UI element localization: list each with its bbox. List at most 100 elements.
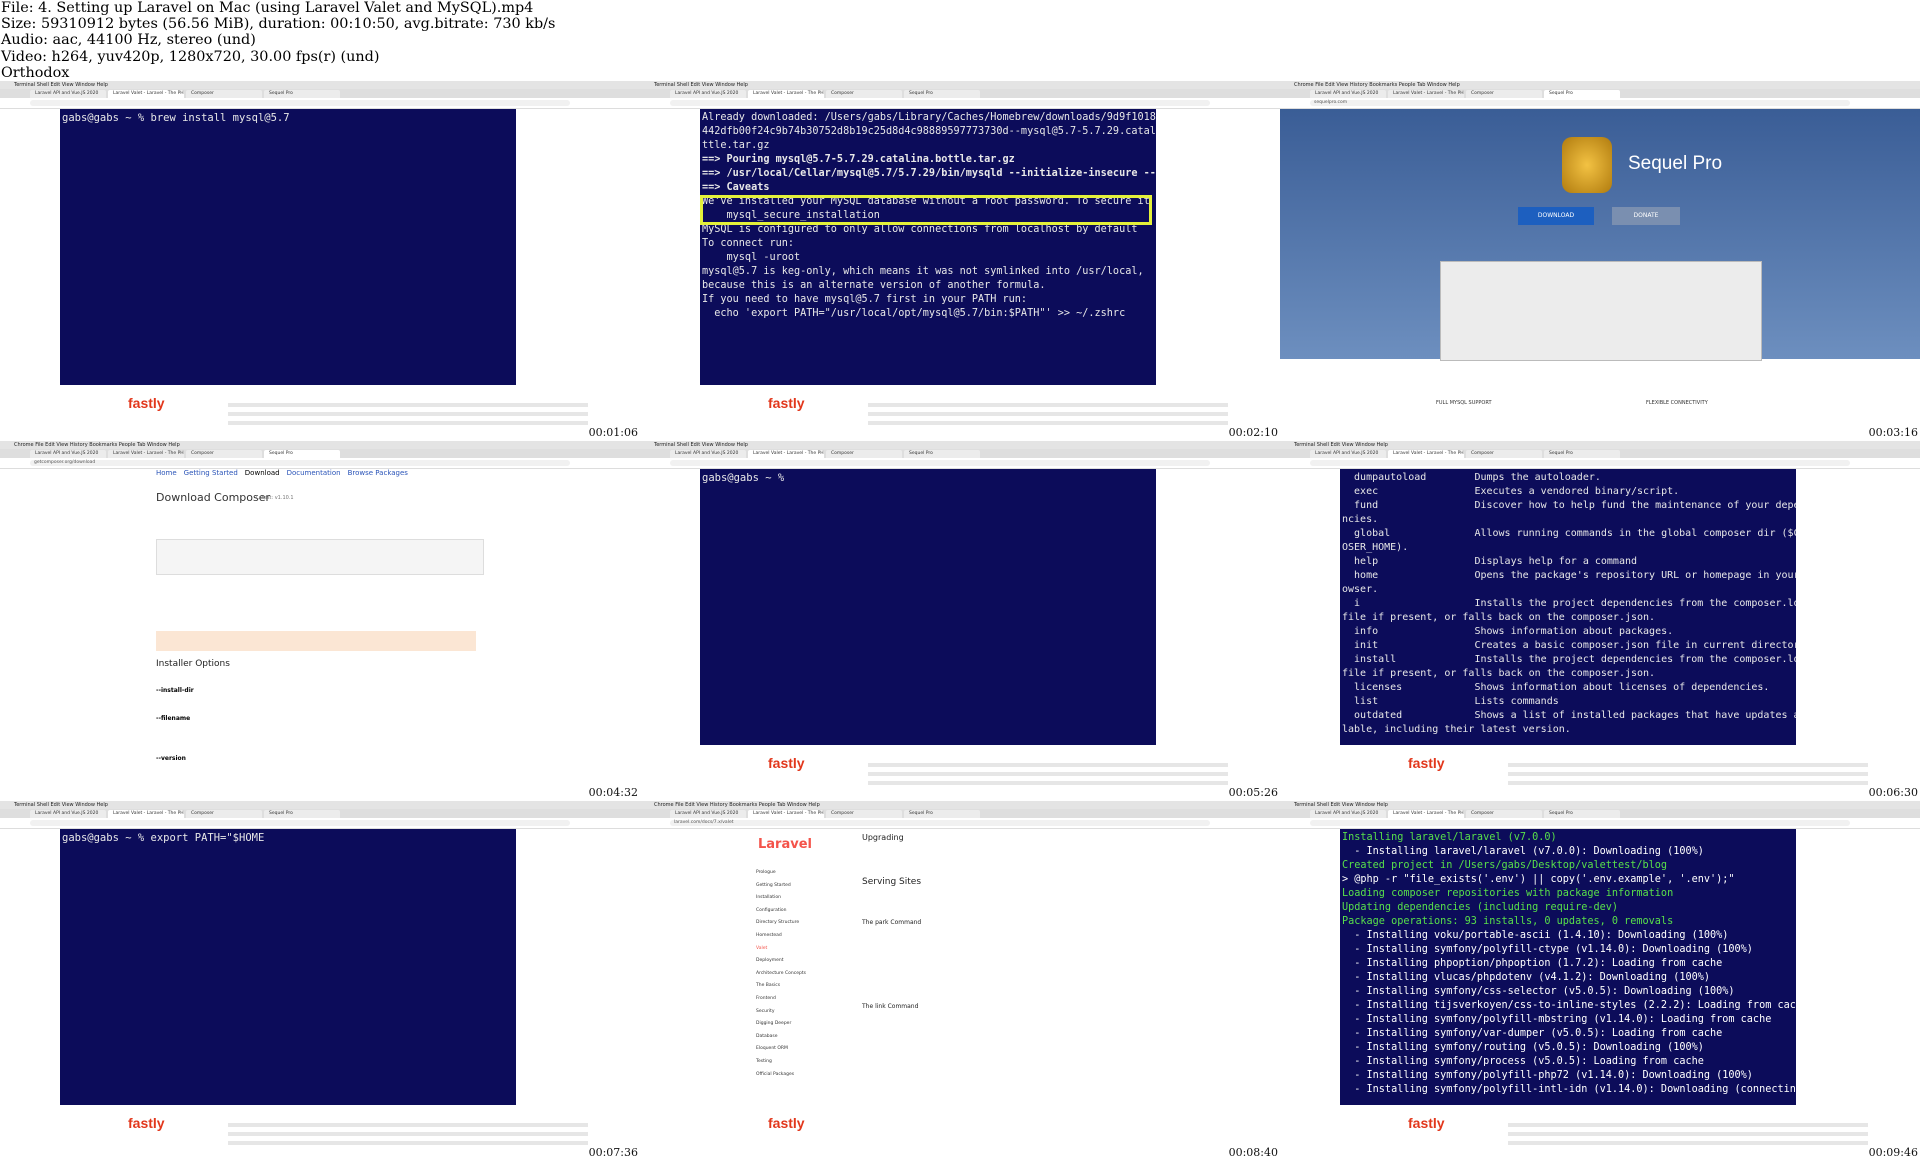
address-bar xyxy=(0,818,640,829)
browser-tab[interactable]: Laravel Valet - Laravel - The PHP xyxy=(1388,450,1464,458)
terminal-line: > @php -r "file_exists('.env') || copy('… xyxy=(1342,874,1735,885)
browser-tab[interactable]: Sequel Pro xyxy=(1544,90,1620,98)
docs-heading: Serving Sites xyxy=(862,877,922,887)
address-bar xyxy=(1280,818,1920,829)
sidebar-link[interactable]: Configuration xyxy=(756,905,806,918)
nav-link[interactable]: Home xyxy=(156,469,177,477)
browser-tab[interactable]: Sequel Pro xyxy=(264,810,340,818)
terminal-window[interactable]: gabs@gabs ~ % xyxy=(700,469,1156,745)
browser-tab[interactable]: Laravel API and Vue.JS 2020 xyxy=(30,810,106,818)
sequelpro-hero: Sequel Pro DOWNLOAD DONATE xyxy=(1280,109,1920,361)
address-bar xyxy=(0,98,640,109)
url-field[interactable] xyxy=(30,820,570,826)
terminal-line: - Installing voku/portable-ascii (1.4.10… xyxy=(1342,930,1729,941)
mac-menu-bar: Terminal Shell Edit View Window Help xyxy=(0,81,640,89)
browser-tab[interactable]: Sequel Pro xyxy=(904,450,980,458)
doc-text-line xyxy=(228,1141,588,1145)
browser-tab[interactable]: Composer xyxy=(186,810,262,818)
browser-tab[interactable]: Laravel Valet - Laravel - The PHP xyxy=(748,450,824,458)
page-content: fastly Installing laravel/laravel (v7.0.0… xyxy=(1280,829,1920,1161)
sidebar-link[interactable]: Architecture Concepts xyxy=(756,968,806,981)
browser-tab[interactable]: Sequel Pro xyxy=(1544,810,1620,818)
browser-tab[interactable]: Laravel Valet - Laravel - The PHP xyxy=(748,810,824,818)
sidebar-link[interactable]: Installation xyxy=(756,892,806,905)
browser-tab[interactable]: Composer xyxy=(1466,450,1542,458)
sidebar-link[interactable]: Deployment xyxy=(756,955,806,968)
browser-tab[interactable]: Laravel API and Vue.JS 2020 xyxy=(1310,450,1386,458)
sidebar-link[interactable]: Getting Started xyxy=(756,880,806,893)
video-thumbnail: Terminal Shell Edit View Window Help Lara… xyxy=(1280,441,1920,801)
browser-tab[interactable]: Composer xyxy=(186,90,262,98)
donate-button[interactable]: DONATE xyxy=(1612,207,1680,225)
url-field[interactable] xyxy=(30,100,570,106)
sidebar-link[interactable]: The Basics xyxy=(756,980,806,993)
browser-tab[interactable]: Sequel Pro xyxy=(904,810,980,818)
sidebar-link[interactable]: Database xyxy=(756,1031,806,1044)
url-field[interactable] xyxy=(670,460,1210,466)
url-field[interactable] xyxy=(1310,460,1850,466)
browser-tab[interactable]: Composer xyxy=(826,450,902,458)
browser-tab-bar: Laravel API and Vue.JS 2020 Laravel Valet… xyxy=(0,449,640,458)
url-field[interactable]: sequelpro.com xyxy=(1310,100,1850,106)
page-content: Sequel Pro DOWNLOAD DONATE FULL MYSQL SUPPO… xyxy=(1280,109,1920,441)
browser-tab[interactable]: Laravel API and Vue.JS 2020 xyxy=(670,90,746,98)
nav-link[interactable]: Download xyxy=(245,469,280,477)
terminal-window[interactable]: gabs@gabs ~ % brew install mysql@5.7 xyxy=(60,109,516,385)
browser-tab[interactable]: Composer xyxy=(826,810,902,818)
sidebar-link[interactable]: Security xyxy=(756,1006,806,1019)
page-content: fastly gabs@gabs ~ % export PATH="$HOME xyxy=(0,829,640,1161)
url-field[interactable]: getcomposer.org/download xyxy=(30,460,570,466)
browser-tab[interactable]: Laravel API and Vue.JS 2020 xyxy=(670,810,746,818)
nav-link[interactable]: Browse Packages xyxy=(348,469,408,477)
nav-link[interactable]: Getting Started xyxy=(184,469,238,477)
browser-tab[interactable]: Laravel Valet - Laravel - The PHP xyxy=(1388,810,1464,818)
sidebar-link[interactable]: Frontend xyxy=(756,993,806,1006)
browser-tab[interactable]: Laravel Valet - Laravel - The PHP xyxy=(108,450,184,458)
sidebar-link[interactable]: Official Packages xyxy=(756,1069,806,1082)
browser-tab[interactable]: Laravel Valet - Laravel - The PHP xyxy=(748,90,824,98)
video-thumbnail: Terminal Shell Edit View Window Help Lara… xyxy=(1280,801,1920,1161)
browser-tab[interactable]: Composer xyxy=(1466,90,1542,98)
browser-tab[interactable]: Sequel Pro xyxy=(904,90,980,98)
option-heading: --install-dir xyxy=(156,687,194,694)
browser-tab[interactable]: Laravel API and Vue.JS 2020 xyxy=(30,450,106,458)
browser-tab[interactable]: Laravel Valet - Laravel - The PHP xyxy=(1388,90,1464,98)
browser-tab[interactable]: Laravel API and Vue.JS 2020 xyxy=(30,90,106,98)
terminal-window[interactable]: Installing laravel/laravel (v7.0.0) - In… xyxy=(1340,829,1796,1105)
sidebar-link[interactable]: Eloquent ORM xyxy=(756,1043,806,1056)
nav-link[interactable]: Documentation xyxy=(287,469,341,477)
sidebar-link[interactable]: Digging Deeper xyxy=(756,1018,806,1031)
sidebar-link[interactable]: Homestead xyxy=(756,930,806,943)
browser-tab[interactable]: Sequel Pro xyxy=(264,450,340,458)
terminal-line: global Allows running commands in the gl… xyxy=(1342,528,1796,539)
browser-tab[interactable]: Laravel API and Vue.JS 2020 xyxy=(1310,810,1386,818)
url-field[interactable] xyxy=(670,100,1210,106)
download-button[interactable]: DOWNLOAD xyxy=(1518,207,1594,225)
sidebar-link[interactable]: Testing xyxy=(756,1056,806,1069)
terminal-window[interactable]: Already downloaded: /Users/gabs/Library/… xyxy=(700,109,1156,385)
page-content: fastly dumpautoload Dumps the autoloader… xyxy=(1280,469,1920,801)
sidebar-link[interactable]: Prologue xyxy=(756,867,806,880)
terminal-line: OSER_HOME). xyxy=(1342,542,1409,553)
url-field[interactable]: laravel.com/docs/7.x/valet xyxy=(670,820,1210,826)
terminal-line: because this is an alternate version of … xyxy=(702,280,1046,291)
browser-tab[interactable]: Composer xyxy=(1466,810,1542,818)
url-field[interactable] xyxy=(1310,820,1850,826)
browser-tab[interactable]: Composer xyxy=(186,450,262,458)
browser-tab[interactable]: Laravel Valet - Laravel - The PHP xyxy=(108,810,184,818)
terminal-line: - Installing symfony/process (v5.0.5): L… xyxy=(1342,1056,1704,1067)
sidebar-link[interactable]: Directory Structure xyxy=(756,917,806,930)
terminal-line: install Installs the project dependencie… xyxy=(1342,654,1796,665)
address-bar xyxy=(640,98,1280,109)
browser-tab[interactable]: Sequel Pro xyxy=(264,90,340,98)
latest-version: Latest: v1.10.1 xyxy=(256,495,294,501)
terminal-window[interactable]: gabs@gabs ~ % export PATH="$HOME xyxy=(60,829,516,1105)
terminal-window[interactable]: dumpautoload Dumps the autoloader. exec … xyxy=(1340,469,1796,745)
browser-tab[interactable]: Composer xyxy=(826,90,902,98)
browser-tab[interactable]: Laravel API and Vue.JS 2020 xyxy=(670,450,746,458)
browser-tab[interactable]: Laravel API and Vue.JS 2020 xyxy=(1310,90,1386,98)
browser-tab[interactable]: Sequel Pro xyxy=(1544,450,1620,458)
sidebar-link[interactable]: Valet xyxy=(756,943,806,956)
browser-tab[interactable]: Laravel Valet - Laravel - The PHP xyxy=(108,90,184,98)
timestamp: 00:05:26 xyxy=(1228,786,1278,799)
